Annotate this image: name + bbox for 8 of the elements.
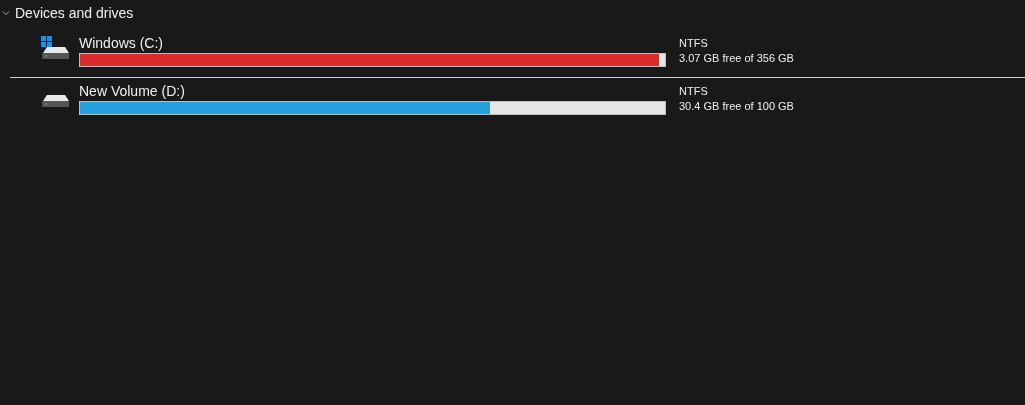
drive-name: Windows (C:) — [79, 34, 164, 52]
free-space-label: 30.4 GB free of 100 GB — [679, 99, 794, 114]
drive-name: New Volume (D:) — [79, 82, 186, 100]
filesystem-label: NTFS — [679, 84, 709, 99]
free-space-label: 3.07 GB free of 356 GB — [679, 51, 794, 66]
filesystem-label: NTFS — [679, 36, 709, 51]
chevron-icon[interactable] — [2, 10, 10, 16]
section-title: Devices and drives — [15, 3, 134, 23]
